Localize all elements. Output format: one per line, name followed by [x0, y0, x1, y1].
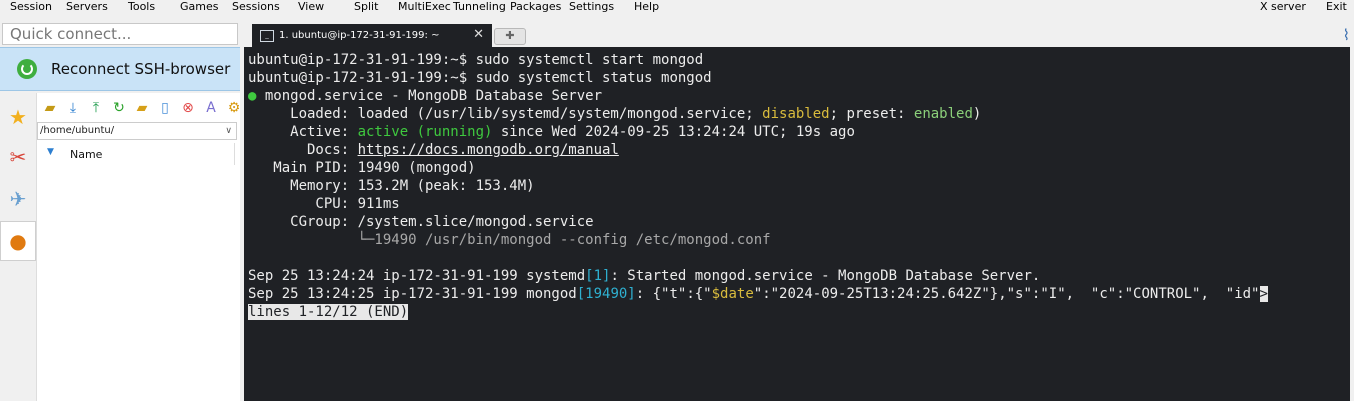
menu-multiexec[interactable]: MultiExec: [398, 0, 451, 14]
reconnect-label: Reconnect SSH-browser: [51, 60, 231, 78]
docs-link[interactable]: https://docs.mongodb.org/manual: [358, 142, 619, 158]
menu-settings[interactable]: Settings: [569, 0, 614, 14]
menu-games[interactable]: Games: [180, 0, 218, 14]
globe-icon[interactable]: ●: [0, 221, 36, 261]
browser-toolbar: ▰ ⤓ ⤒ ↻ ▰ ▯ ⊗ A ⚙: [41, 99, 243, 117]
new-folder-icon[interactable]: ▰: [133, 99, 151, 117]
name-column-header[interactable]: ▼ Name: [37, 143, 237, 165]
delete-icon[interactable]: ⊗: [179, 99, 197, 117]
terminal-line: └─19490 /usr/bin/mongod --config /etc/mo…: [248, 232, 771, 248]
window-edge: [1350, 47, 1354, 401]
terminal-line: CPU: 911ms: [248, 196, 400, 212]
parent-folder-icon[interactable]: ▰: [41, 99, 59, 117]
settings-icon[interactable]: ⚙: [225, 99, 243, 117]
menu-help[interactable]: Help: [634, 0, 659, 14]
refresh-icon: [17, 59, 37, 79]
reconnect-ssh-browser-button[interactable]: Reconnect SSH-browser: [0, 47, 240, 91]
tools-icon[interactable]: ✂: [2, 137, 34, 177]
new-file-icon[interactable]: ▯: [156, 99, 174, 117]
sftp-browser-panel: ▰ ⤓ ⤒ ↻ ▰ ▯ ⊗ A ⚙ /home/ubuntu/ ∨ ▼ Name: [36, 93, 240, 401]
terminal-line: Loaded: loaded (/usr/lib/systemd/system/…: [248, 106, 982, 122]
path-field[interactable]: /home/ubuntu/ ∨: [37, 122, 237, 140]
menu-xserver[interactable]: X server: [1260, 0, 1306, 14]
terminal-line: Active: active (running) since Wed 2024-…: [248, 124, 855, 140]
terminal-line: ubuntu@ip-172-31-91-199:~$ sudo systemct…: [248, 70, 712, 86]
menu-exit[interactable]: Exit: [1326, 0, 1347, 14]
tab-label: 1. ubuntu@ip-172-31-91-199: ~: [279, 30, 440, 41]
paper-plane-icon[interactable]: ✈: [2, 179, 34, 219]
menu-bar: Session Servers Tools Games Sessions Vie…: [0, 0, 1354, 18]
terminal-line: Sep 25 13:24:24 ip-172-31-91-199 systemd…: [248, 268, 1041, 284]
side-tab-bar: ★ ✂ ✈ ●: [0, 93, 36, 401]
terminal[interactable]: ubuntu@ip-172-31-91-199:~$ sudo systemct…: [244, 47, 1350, 401]
rename-icon[interactable]: A: [202, 99, 220, 117]
terminal-line: Main PID: 19490 (mongod): [248, 160, 476, 176]
menu-session[interactable]: Session: [10, 0, 52, 14]
tab-ubuntu[interactable]: _ 1. ubuntu@ip-172-31-91-199: ~ ✕: [252, 24, 492, 47]
menu-tunneling[interactable]: Tunneling: [453, 0, 506, 14]
paperclip-icon[interactable]: ⌇: [1343, 26, 1350, 44]
terminal-line: Docs: https://docs.mongodb.org/manual: [248, 142, 619, 158]
column-name-label: Name: [70, 148, 103, 161]
menu-tools[interactable]: Tools: [128, 0, 155, 14]
refresh-icon[interactable]: ↻: [110, 99, 128, 117]
terminal-line: Sep 25 13:24:25 ip-172-31-91-199 mongod[…: [248, 286, 1268, 302]
chevron-down-icon[interactable]: ∨: [225, 123, 232, 139]
menu-split[interactable]: Split: [354, 0, 378, 14]
terminal-line: ubuntu@ip-172-31-91-199:~$ sudo systemct…: [248, 52, 704, 68]
pager-status: lines 1-12/12 (END): [248, 304, 409, 320]
sort-arrow-icon: ▼: [47, 147, 54, 157]
download-icon[interactable]: ⤓: [64, 99, 82, 117]
new-tab-button[interactable]: ✚: [494, 28, 526, 45]
menu-servers[interactable]: Servers: [66, 0, 108, 14]
menu-packages[interactable]: Packages: [510, 0, 561, 14]
star-icon[interactable]: ★: [2, 97, 34, 137]
terminal-line: Memory: 153.2M (peak: 153.4M): [248, 178, 535, 194]
column-divider: [234, 143, 235, 165]
terminal-line: ● mongod.service - MongoDB Database Serv…: [248, 88, 603, 104]
terminal-icon: _: [260, 30, 274, 42]
close-icon[interactable]: ✕: [473, 27, 484, 42]
upload-icon[interactable]: ⤒: [87, 99, 105, 117]
quick-connect-input[interactable]: Quick connect...: [2, 23, 238, 45]
path-text: /home/ubuntu/: [40, 125, 115, 136]
terminal-line: CGroup: /system.slice/mongod.service: [248, 214, 594, 230]
menu-view[interactable]: View: [298, 0, 324, 14]
tab-strip: _ 1. ubuntu@ip-172-31-91-199: ~ ✕ ✚ ⌇: [244, 22, 1354, 47]
menu-sessions[interactable]: Sessions: [232, 0, 280, 14]
